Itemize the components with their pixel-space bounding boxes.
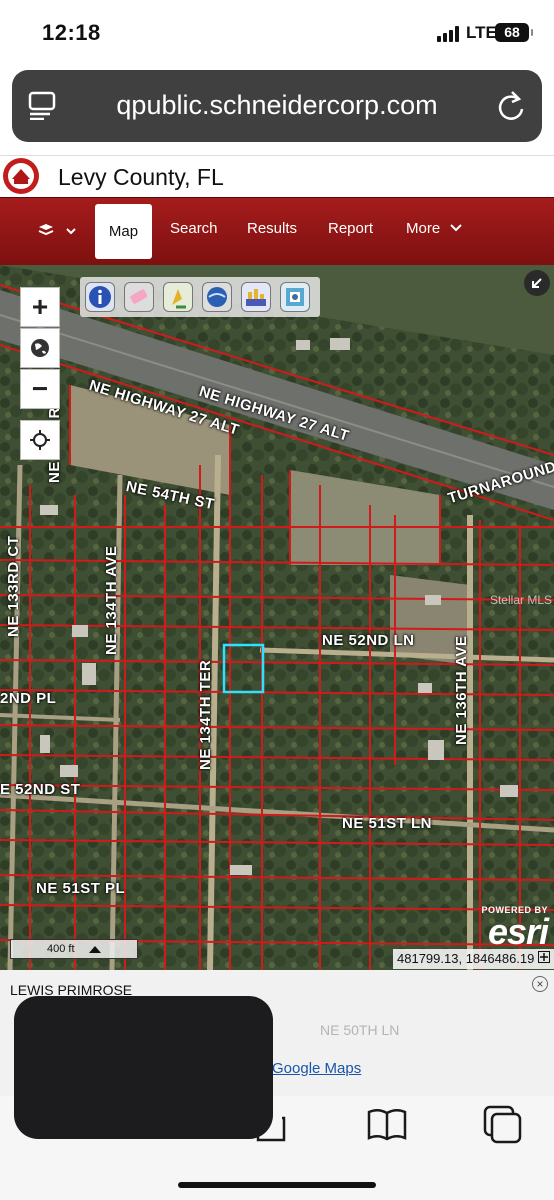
county-seal-icon: [3, 158, 39, 194]
road-label: NE 134TH TER: [197, 659, 214, 770]
scale-label: 400 ft: [47, 943, 75, 955]
site-header: Levy County, FL: [0, 155, 554, 197]
road-label: 2ND PL: [0, 690, 57, 707]
measure-icon[interactable]: [163, 282, 193, 312]
crosshair-icon: [30, 430, 50, 450]
print-icon[interactable]: [280, 282, 310, 312]
battery-icon: 68: [495, 23, 533, 42]
tabs-icon[interactable]: [482, 1104, 524, 1144]
coordinate-readout: 481799.13, 1846486.19: [393, 949, 554, 969]
info-icon[interactable]: [85, 282, 115, 312]
road-label: NE 136TH AVE: [453, 635, 470, 745]
map-label-faded: NE 50TH LN: [320, 1022, 400, 1038]
network-label: LTE: [466, 23, 497, 42]
layers-icon[interactable]: [36, 221, 76, 241]
tab-results[interactable]: Results: [247, 220, 297, 237]
aerial-imagery: [0, 265, 554, 970]
plus-box-icon[interactable]: [538, 951, 550, 963]
map-toolbar: [80, 277, 320, 317]
bookmarks-icon[interactable]: [366, 1104, 408, 1144]
road-label: E 52ND ST: [0, 781, 81, 798]
road-label: NE 52ND LN: [322, 632, 415, 649]
tab-map[interactable]: Map: [95, 204, 152, 259]
home-indicator: [178, 1182, 376, 1188]
tab-report[interactable]: Report: [328, 220, 373, 237]
locate-button[interactable]: [20, 420, 60, 460]
tab-more-label: More: [406, 220, 441, 237]
zoom-out-button[interactable]: −: [20, 369, 60, 409]
scale-bar: 400 ft: [10, 939, 138, 959]
stats-icon[interactable]: [241, 282, 271, 312]
basemap-button[interactable]: [20, 328, 60, 368]
esri-attribution: POWERED BY esri: [481, 905, 549, 952]
road-label: NE 134TH AVE: [103, 545, 120, 655]
chevron-down-icon: [450, 224, 463, 232]
county-title: Levy County, FL: [58, 164, 224, 190]
road-label: NE 133RD CT: [5, 535, 22, 637]
globe-icon[interactable]: [202, 282, 232, 312]
redacted-overlay: [14, 996, 273, 1139]
reload-icon[interactable]: [496, 88, 526, 122]
main-nav: Map Search Results Report More: [0, 197, 554, 265]
road-label: NE 51ST PL: [36, 880, 126, 897]
google-maps-link[interactable]: Google Maps: [272, 1060, 361, 1077]
address-bar[interactable]: qpublic.schneidercorp.com: [12, 70, 542, 142]
map-view[interactable]: NE HIGHWAY 27 ALT NE HIGHWAY 27 ALT TURN…: [0, 265, 554, 970]
eraser-icon[interactable]: [124, 282, 154, 312]
coordinate-text: 481799.13, 1846486.19: [397, 951, 535, 966]
esri-logo: esri: [487, 911, 549, 952]
zoom-in-button[interactable]: +: [20, 287, 60, 327]
signal-icon: [437, 26, 463, 42]
scale-triangle-icon: [89, 946, 101, 953]
tab-more[interactable]: More: [406, 220, 463, 237]
clock: 12:18: [42, 20, 101, 45]
road-label: NE 51ST LN: [342, 815, 433, 832]
globe-icon: [31, 339, 49, 357]
close-icon[interactable]: ×: [532, 976, 548, 992]
status-bar: 12:18 LTE 68: [0, 0, 554, 66]
expand-icon[interactable]: [524, 270, 550, 296]
tab-search[interactable]: Search: [170, 220, 218, 237]
url-text[interactable]: qpublic.schneidercorp.com: [12, 90, 542, 121]
road-label: NE: [46, 461, 63, 483]
watermark: Stellar MLS: [489, 593, 552, 607]
